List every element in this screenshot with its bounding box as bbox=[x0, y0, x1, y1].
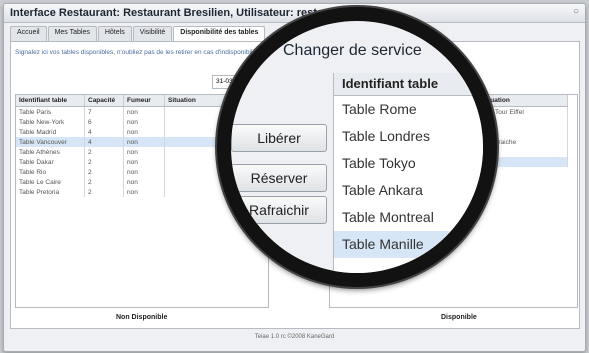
liberer-button[interactable]: Libérer bbox=[231, 124, 327, 152]
info-text: Signalez ici vos tables disponibles, n'o… bbox=[15, 49, 260, 56]
table-cell: Table New-York bbox=[16, 117, 85, 127]
table-cell: Table Pretoria bbox=[16, 187, 85, 197]
table-cell: Table Madrid bbox=[16, 127, 85, 137]
magnified-row: Table Rome bbox=[342, 101, 417, 117]
unavailable-caption: Non Disponible bbox=[116, 314, 168, 321]
app-window: Interface Restaurant: Restaurant Bresili… bbox=[3, 3, 586, 352]
table-cell: non bbox=[123, 187, 165, 197]
table-cell: non bbox=[123, 147, 165, 157]
magnified-row: Table Ankara bbox=[342, 182, 423, 198]
table-cell: Table Athènes bbox=[16, 147, 85, 157]
magnifier-lens: Changer de service Libérer Réserver Rafr… bbox=[217, 7, 497, 287]
table-row[interactable]: Table Le Caire 2 non bbox=[16, 177, 254, 187]
tab-accueil[interactable]: Accueil bbox=[10, 26, 47, 41]
table-cell: Table Dakar bbox=[16, 157, 85, 167]
tab-bar: Accueil Mes Tables Hôtels Visibilité Dis… bbox=[10, 26, 266, 41]
table-cell: 6 bbox=[84, 117, 124, 127]
table-row[interactable]: Table Pretoria 2 non bbox=[16, 187, 254, 197]
table-cell: 2 bbox=[84, 167, 124, 177]
column-header[interactable]: Fumeur bbox=[123, 95, 165, 107]
table-cell: Table Vancouver bbox=[16, 137, 85, 147]
tab-mes-tables[interactable]: Mes Tables bbox=[47, 26, 97, 41]
table-cell: non bbox=[123, 117, 165, 127]
column-header[interactable]: Situation bbox=[478, 95, 568, 107]
table-cell: 4 bbox=[84, 137, 124, 147]
magnified-row: Table Montreal bbox=[342, 209, 434, 225]
magnified-row: Table Tokyo bbox=[342, 155, 416, 171]
magnified-row-selected: Table Manille bbox=[334, 231, 483, 258]
table-cell: non bbox=[123, 177, 165, 187]
table-cell: 2 bbox=[84, 187, 124, 197]
magnified-grid: Identifiant table Table Rome Table Londr… bbox=[333, 73, 483, 273]
reserver-button[interactable]: Réserver bbox=[231, 164, 327, 192]
table-cell: non bbox=[123, 137, 165, 147]
table-cell: 4 bbox=[84, 127, 124, 137]
table-cell: 7 bbox=[84, 106, 124, 117]
table-cell: Table Paris bbox=[16, 106, 85, 117]
tab-hotels[interactable]: Hôtels bbox=[97, 26, 132, 41]
magnified-row: Table Londres bbox=[342, 128, 430, 144]
table-cell: Table Le Caire bbox=[16, 177, 85, 187]
table-cell: Table Rio bbox=[16, 167, 85, 177]
footer: Teiae 1.0 rc ©2008 KaneGard bbox=[254, 334, 335, 340]
table-cell: 2 bbox=[84, 157, 124, 167]
close-icon[interactable]: ○ bbox=[573, 6, 579, 17]
magnified-title: Changer de service bbox=[283, 42, 422, 59]
column-header[interactable]: Capacité bbox=[84, 95, 124, 107]
tab-visibilite[interactable]: Visibilité bbox=[132, 26, 173, 41]
table-cell: 2 bbox=[84, 147, 124, 157]
table-cell: non bbox=[123, 167, 165, 177]
table-cell: non bbox=[123, 157, 165, 167]
rafraichir-button[interactable]: Rafraichir bbox=[231, 196, 327, 224]
table-row[interactable]: Table Paris 7 non bbox=[16, 106, 254, 117]
table-cell: 2 bbox=[84, 177, 124, 187]
available-caption: Disponible bbox=[441, 314, 477, 321]
table-cell: non bbox=[123, 106, 165, 117]
magnified-header: Identifiant table bbox=[334, 73, 483, 96]
column-header[interactable]: Identifiant table bbox=[16, 95, 85, 107]
table-cell: non bbox=[123, 127, 165, 137]
